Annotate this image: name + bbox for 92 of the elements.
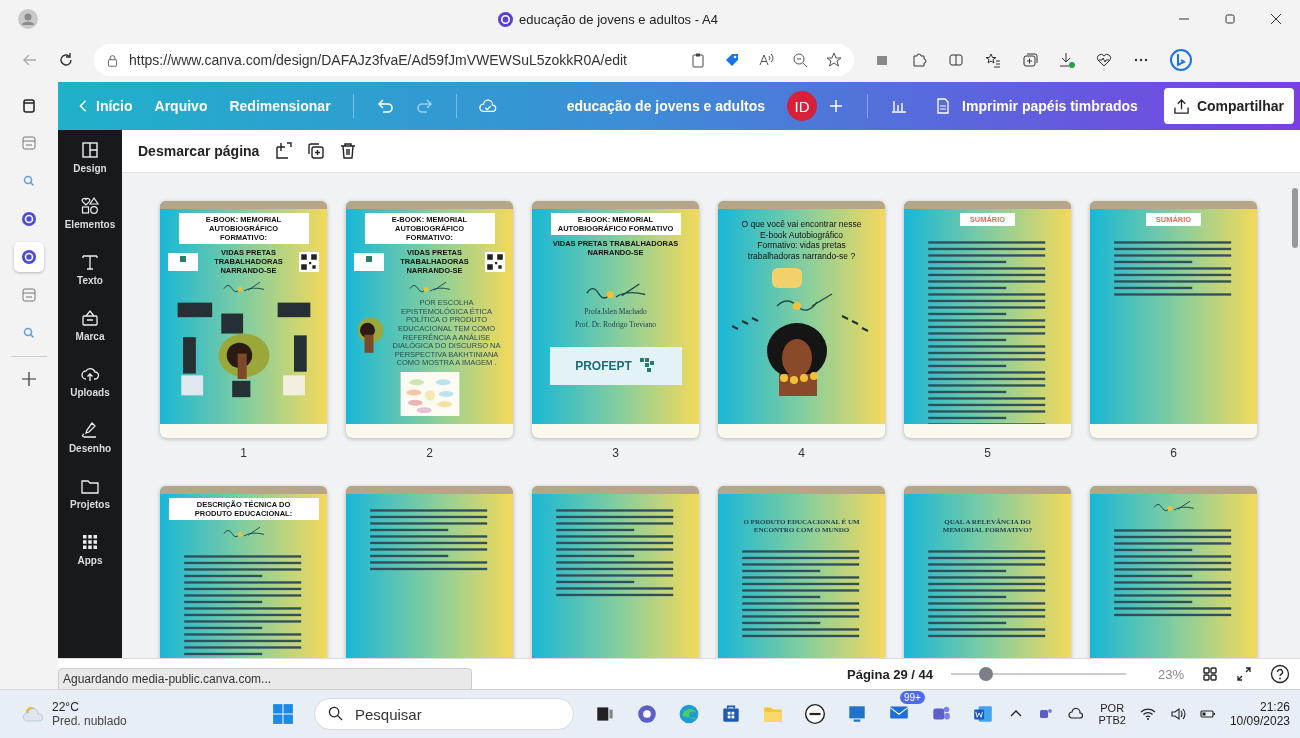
canva-logo-icon [498, 11, 514, 27]
print-button[interactable]: Imprimir papéis timbrados [930, 98, 1142, 114]
grid-icon [80, 532, 100, 552]
qr-code-drawing [485, 251, 505, 272]
tabs-icon[interactable] [21, 98, 37, 114]
monitor-icon[interactable] [846, 703, 868, 725]
logo-drawing [354, 252, 384, 271]
avatar[interactable]: ID [787, 91, 818, 121]
puzzle-icon[interactable] [911, 52, 927, 68]
temperature: 22°C [52, 700, 80, 714]
zoom-slider[interactable] [951, 667, 1126, 681]
side-rail-item[interactable]: Desenho [68, 420, 112, 454]
close-icon[interactable] [1270, 13, 1282, 25]
text-t-icon [80, 252, 100, 272]
zoom-percent[interactable]: 23% [1144, 666, 1184, 682]
status-tooltip: Aguardando media-public.canva.com... [58, 668, 472, 690]
document-title[interactable]: educação de jovens e adultos [566, 98, 766, 114]
weather-condition: Pred. nublado [52, 714, 127, 728]
page-number: 4 [798, 446, 805, 460]
store-icon[interactable] [720, 703, 742, 725]
side-rail-item[interactable]: Design [73, 140, 107, 174]
heart-pulse-icon[interactable] [1096, 52, 1112, 68]
shapes-icon [80, 196, 100, 216]
taskbar-search-field[interactable]: Pesquisar [314, 698, 574, 730]
page-number: 2 [426, 446, 433, 460]
fullscreen-icon[interactable] [1236, 666, 1252, 682]
layout-icon [80, 140, 100, 160]
zoom-out-icon[interactable] [792, 52, 808, 68]
restore-icon[interactable] [1224, 13, 1236, 25]
page-number: 1 [240, 446, 247, 460]
refresh-icon[interactable] [58, 52, 74, 68]
cloud-check-icon[interactable] [478, 98, 497, 114]
page-thumbnail[interactable] [1090, 486, 1257, 658]
wifi-icon[interactable] [1139, 706, 1156, 722]
logo-drawing [168, 252, 198, 271]
duplicate-icon[interactable] [307, 142, 326, 160]
page-toolbar-label[interactable]: Desmarcar página [138, 143, 260, 159]
search-icon [328, 706, 343, 721]
page-number: 6 [1170, 446, 1177, 460]
page-indicator[interactable]: Página 29 / 44 [847, 666, 933, 682]
page-number: 5 [984, 446, 991, 460]
logo-text: PROFEPT [575, 359, 632, 373]
clock-date[interactable]: 10/09/2023 [1229, 714, 1290, 728]
lock-icon [106, 53, 119, 67]
page-number: 3 [612, 446, 619, 460]
upload-icon [1173, 98, 1189, 114]
page-thumbnail[interactable]: O que você vai encontrar nesse E-book Autobiográfico Formativo: vidas pretas trabalhadoras narrando-se ? [718, 201, 885, 438]
split-screen-icon[interactable] [948, 52, 964, 68]
undo-icon[interactable] [375, 98, 394, 114]
side-rail-item[interactable]: Apps [77, 532, 103, 566]
side-rail-item[interactable]: Marca [75, 308, 105, 342]
keyboard-layout[interactable]: PTB2 [1098, 714, 1126, 726]
help-icon[interactable] [1270, 664, 1290, 684]
side-rail-item[interactable]: Uploads [70, 364, 110, 398]
speaker-icon[interactable] [1169, 706, 1186, 722]
collections-icon[interactable] [1022, 52, 1038, 68]
address-bar[interactable]: https://www.canva.com/design/DAFAJz3fvaE/Ad59fJmVWEWSuL5zokkR0A/edit [94, 44, 854, 76]
share-button[interactable]: Compartilhar [1163, 88, 1294, 124]
download-icon[interactable] [1059, 52, 1075, 68]
star-icon[interactable] [826, 52, 842, 68]
windows-logo-icon[interactable] [272, 703, 294, 725]
cloud-icon[interactable] [1068, 706, 1085, 722]
language-indicator[interactable]: POR [1100, 702, 1125, 714]
add-page-icon[interactable] [275, 142, 294, 160]
side-rail-item[interactable]: Elementos [64, 196, 116, 230]
side-rail-item[interactable]: Texto [77, 252, 103, 286]
profile-icon[interactable] [18, 9, 38, 29]
add-icon[interactable] [21, 371, 37, 387]
favorites-icon[interactable] [985, 52, 1001, 68]
clock-time[interactable]: 21:26 [1259, 700, 1290, 714]
clipboard-icon[interactable] [690, 52, 706, 68]
notification-badge: 99+ [900, 691, 925, 704]
side-rail-item[interactable]: Projetos [70, 476, 110, 510]
page-thumbnail[interactable] [346, 201, 513, 438]
tag-icon[interactable] [724, 52, 740, 68]
weather-cloud-icon [22, 704, 46, 724]
page-heading: O que você vai encontrar nesse E-book Autobiográfico Formativo: vidas pretas trabalhadoras narrando-se ? [741, 219, 862, 262]
chat-icon[interactable] [636, 703, 658, 725]
trash-icon[interactable] [339, 142, 358, 160]
bar-chart-icon[interactable] [890, 98, 909, 114]
word-icon[interactable] [972, 703, 994, 725]
zoom-slider-thumb[interactable] [979, 667, 993, 681]
bing-icon[interactable] [1170, 49, 1192, 71]
briefcase-icon [80, 308, 100, 328]
page-thumbnail[interactable] [532, 486, 699, 658]
window-title: educação de jovens e adultos - A4 [519, 11, 718, 27]
canva-tab-icon[interactable] [14, 242, 44, 272]
qr-code-drawing [299, 251, 319, 272]
grid-view-icon[interactable] [1202, 666, 1218, 682]
read-aloud-icon[interactable] [758, 52, 774, 68]
edge-browser-icon[interactable] [678, 703, 700, 725]
page-thumbnail[interactable] [346, 486, 513, 658]
